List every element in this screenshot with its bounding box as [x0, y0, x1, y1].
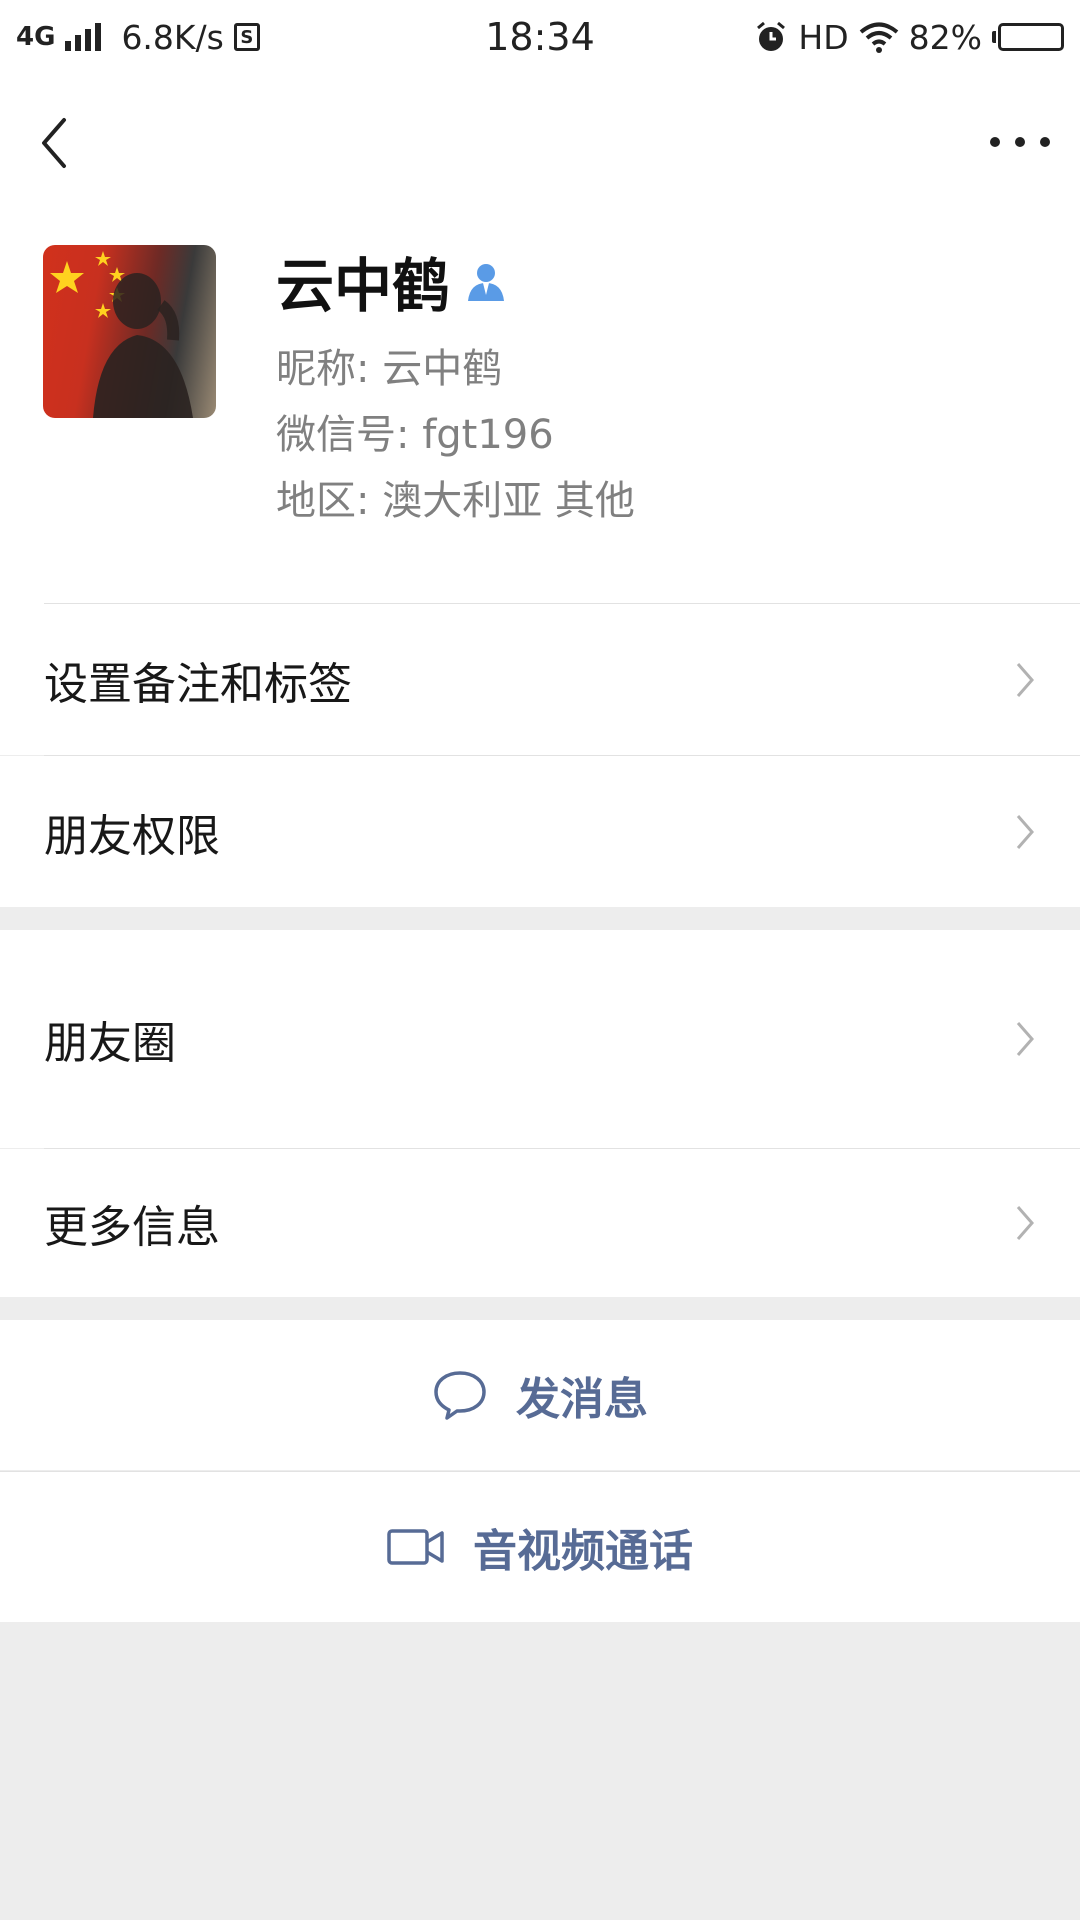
battery-percent: 82% — [908, 17, 982, 57]
contact-person-icon — [468, 264, 505, 301]
friend-permissions-label: 朋友权限 — [44, 810, 220, 862]
avatar[interactable] — [43, 245, 216, 418]
send-message-button[interactable]: 发消息 — [0, 1320, 1080, 1470]
more-options-icon[interactable] — [990, 124, 1050, 160]
region-line: 地区: 澳大利亚 其他 — [276, 478, 635, 524]
wechat-id-line: 微信号: fgt196 — [276, 412, 554, 458]
signal-icon — [65, 23, 102, 51]
more-info-label: 更多信息 — [44, 1202, 220, 1253]
wifi-icon — [859, 22, 898, 53]
contact-name-text: 云中鹤 — [276, 252, 451, 320]
more-info-row[interactable]: 更多信息 — [0, 1149, 1080, 1297]
status-right: HD 82% — [754, 0, 1064, 74]
contact-name: 云中鹤 — [276, 239, 506, 323]
alarm-icon — [757, 21, 786, 51]
remark-tags-label: 设置备注和标签 — [44, 658, 352, 710]
nickname-line: 昵称: 云中鹤 — [276, 346, 503, 392]
chat-bubble-icon — [434, 1371, 486, 1420]
back-icon[interactable] — [34, 108, 78, 178]
chevron-right-icon — [1016, 814, 1034, 849]
sd-card-icon: S — [233, 23, 260, 51]
status-bar: 4G 6.8K/s S 18:34 HD 82% — [0, 0, 1080, 74]
friend-permissions-row[interactable]: 朋友权限 — [0, 756, 1080, 907]
hd-indicator: HD — [798, 17, 849, 57]
video-call-button[interactable]: 音视频通话 — [0, 1472, 1080, 1622]
battery-icon — [992, 23, 1064, 51]
moments-label: 朋友圈 — [44, 1018, 176, 1069]
network-speed: 6.8K/s — [121, 17, 224, 57]
chevron-right-icon — [1016, 1206, 1034, 1240]
video-camera-icon — [387, 1529, 444, 1565]
send-message-label: 发消息 — [516, 1374, 648, 1425]
profile-header: 云中鹤 昵称: 云中鹤 微信号: fgt196 地区: 澳大利亚 其他 — [0, 74, 1080, 604]
chevron-right-icon — [1016, 662, 1034, 697]
network-type: 4G — [16, 22, 56, 52]
remark-tags-row[interactable]: 设置备注和标签 — [0, 604, 1080, 755]
chevron-right-icon — [1016, 1022, 1034, 1056]
clock: 18:34 — [485, 15, 595, 59]
status-left: 4G 6.8K/s S — [16, 0, 260, 74]
moments-row[interactable]: 朋友圈 — [0, 930, 1080, 1148]
video-call-label: 音视频通话 — [473, 1526, 693, 1577]
